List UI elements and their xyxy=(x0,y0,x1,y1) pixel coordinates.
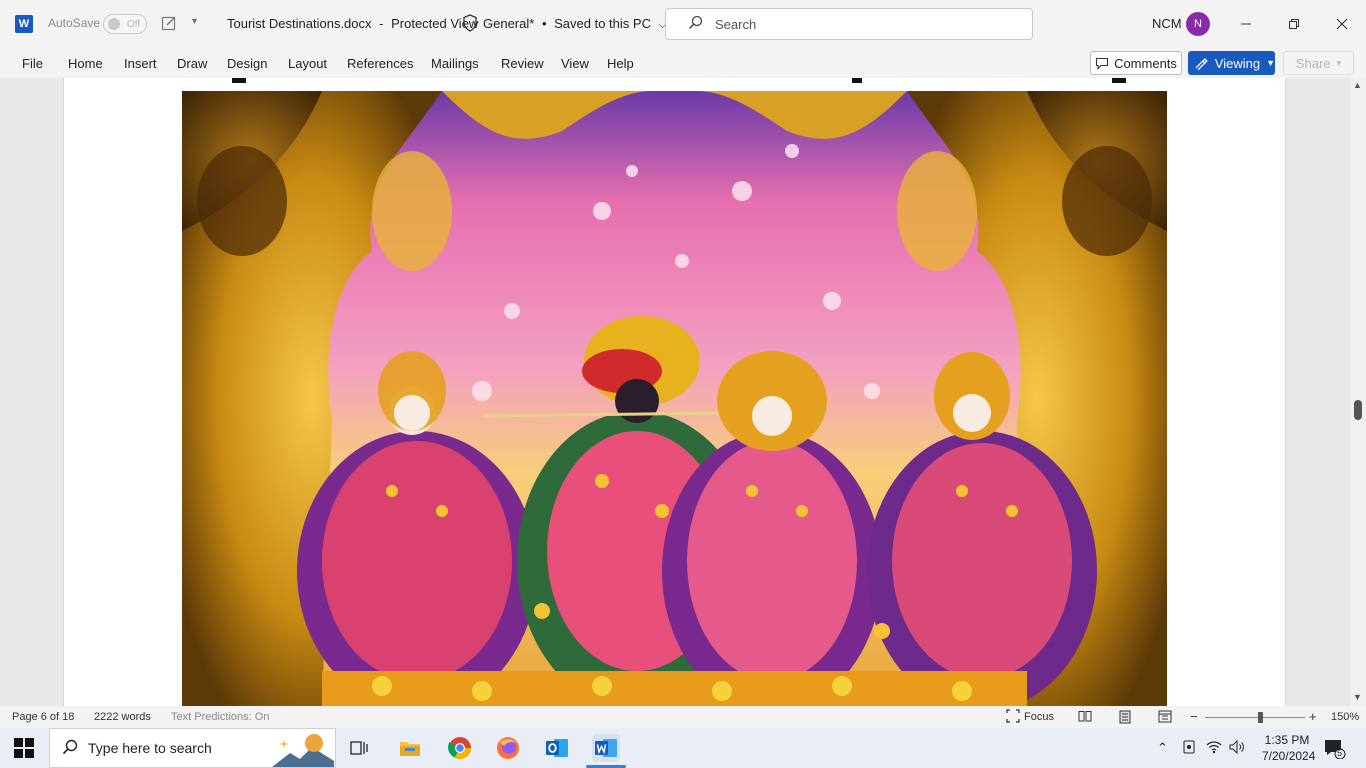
taskbar-search-input[interactable]: Type here to search xyxy=(49,728,336,768)
focus-label[interactable]: Focus xyxy=(1024,711,1054,723)
zoom-slider-thumb[interactable] xyxy=(1258,712,1263,723)
windows-taskbar: Type here to search ⌃ 1:35 PM 7/20/2024 … xyxy=(0,728,1366,768)
status-bar: Page 6 of 18 2222 words Text Predictions… xyxy=(0,706,1366,728)
notification-center-icon[interactable]: 5 xyxy=(1324,739,1346,762)
windows-start-icon[interactable] xyxy=(14,738,34,761)
autosave-toggle[interactable]: Off xyxy=(103,14,147,34)
comments-button[interactable]: Comments xyxy=(1090,51,1182,75)
meet-now-icon[interactable] xyxy=(1182,740,1196,757)
autosave-label: AutoSave xyxy=(48,16,101,30)
save-status: Saved to this PC xyxy=(554,16,651,31)
document-name: Tourist Destinations.docx xyxy=(227,16,372,31)
minimize-button[interactable] xyxy=(1226,10,1266,38)
tab-review[interactable]: Review xyxy=(501,56,544,71)
taskbar-search-placeholder: Type here to search xyxy=(88,740,212,756)
viewing-mode-button[interactable]: Viewing ▼ xyxy=(1188,51,1275,75)
system-clock[interactable]: 1:35 PM 7/20/2024 xyxy=(1262,732,1316,764)
search-icon xyxy=(62,739,78,758)
clock-time: 1:35 PM xyxy=(1264,733,1310,747)
tab-home[interactable]: Home xyxy=(68,56,103,71)
tab-view[interactable]: View xyxy=(561,56,589,71)
text-predictions-status[interactable]: Text Predictions: On xyxy=(171,711,269,723)
zoom-out-button[interactable]: − xyxy=(1190,709,1198,724)
tab-help[interactable]: Help xyxy=(607,56,634,71)
close-button[interactable] xyxy=(1322,10,1362,38)
autosave-state: Off xyxy=(127,18,141,30)
volume-icon[interactable] xyxy=(1229,739,1245,757)
pen-eye-icon xyxy=(1195,58,1208,70)
toggle-knob xyxy=(108,18,120,30)
zoom-slider[interactable] xyxy=(1205,717,1305,718)
tab-insert[interactable]: Insert xyxy=(124,56,157,71)
edit-icon[interactable] xyxy=(161,15,177,34)
share-label: Share xyxy=(1295,55,1331,71)
avatar[interactable]: N xyxy=(1186,12,1210,36)
word-count[interactable]: 2222 words xyxy=(94,711,151,723)
restore-button[interactable] xyxy=(1274,10,1314,38)
comments-label: Comments xyxy=(1114,55,1177,71)
tab-mailings[interactable]: Mailings xyxy=(431,56,479,71)
document-canvas[interactable] xyxy=(0,78,1350,706)
search-icon xyxy=(688,15,703,33)
tab-layout[interactable]: Layout xyxy=(288,56,327,71)
clipped-heading-text xyxy=(232,78,1132,84)
zoom-level[interactable]: 150% xyxy=(1331,711,1359,723)
wifi-icon[interactable] xyxy=(1206,740,1222,757)
zoom-in-button[interactable]: + xyxy=(1309,709,1317,724)
search-input[interactable]: Search xyxy=(665,8,1033,40)
scrollbar-thumb[interactable] xyxy=(1354,400,1362,420)
document-title: Tourist Destinations.docx - Protected Vi… xyxy=(227,16,478,31)
task-view-icon[interactable] xyxy=(346,734,374,762)
scroll-down-arrow-icon[interactable]: ▼ xyxy=(1353,692,1362,702)
scroll-up-arrow-icon[interactable]: ▲ xyxy=(1353,80,1362,90)
viewing-label: Viewing xyxy=(1214,55,1261,71)
tab-file[interactable]: File xyxy=(22,56,43,71)
firefox-icon[interactable] xyxy=(494,734,522,762)
focus-icon[interactable] xyxy=(1006,709,1020,726)
page-count[interactable]: Page 6 of 18 xyxy=(12,711,74,723)
shield-icon[interactable] xyxy=(462,14,478,35)
chevron-down-icon: ▼ xyxy=(1266,58,1275,68)
print-layout-icon[interactable] xyxy=(1118,710,1132,727)
file-explorer-icon[interactable] xyxy=(396,734,424,762)
document-status[interactable]: General* • Saved to this PC ⌵ xyxy=(483,16,666,31)
outlook-icon[interactable] xyxy=(543,734,571,762)
word-taskbar-icon[interactable] xyxy=(592,734,620,762)
tab-references[interactable]: References xyxy=(347,56,413,71)
customize-qat-chevron-icon[interactable]: ▾ xyxy=(192,16,197,27)
tab-design[interactable]: Design xyxy=(227,56,267,71)
comment-icon xyxy=(1096,57,1109,70)
show-hidden-icons-chevron-icon[interactable]: ⌃ xyxy=(1157,740,1168,756)
vertical-scrollbar[interactable]: ▲ ▼ xyxy=(1350,78,1366,706)
search-placeholder: Search xyxy=(715,16,757,32)
web-layout-icon[interactable] xyxy=(1158,710,1172,726)
user-initials: NCM xyxy=(1152,16,1182,31)
clock-date: 7/20/2024 xyxy=(1262,749,1316,763)
word-app-icon[interactable]: W xyxy=(15,15,33,33)
chrome-icon[interactable] xyxy=(446,734,474,762)
chevron-down-icon: ▾ xyxy=(1336,57,1342,68)
document-page xyxy=(63,78,1286,706)
title-separator: - xyxy=(379,16,384,31)
notification-count: 5 xyxy=(1337,748,1343,758)
read-mode-icon[interactable] xyxy=(1078,710,1092,725)
title-bar: W AutoSave Off ▾ Tourist Destinations.do… xyxy=(0,0,1366,48)
share-button[interactable]: Share ▾ xyxy=(1283,51,1354,75)
status-bullet: • xyxy=(541,16,547,31)
search-highlight-icon xyxy=(272,731,334,768)
tab-draw[interactable]: Draw xyxy=(177,56,207,71)
sensitivity-label: General* xyxy=(483,16,535,31)
temple-deities-photo[interactable] xyxy=(182,91,1167,706)
